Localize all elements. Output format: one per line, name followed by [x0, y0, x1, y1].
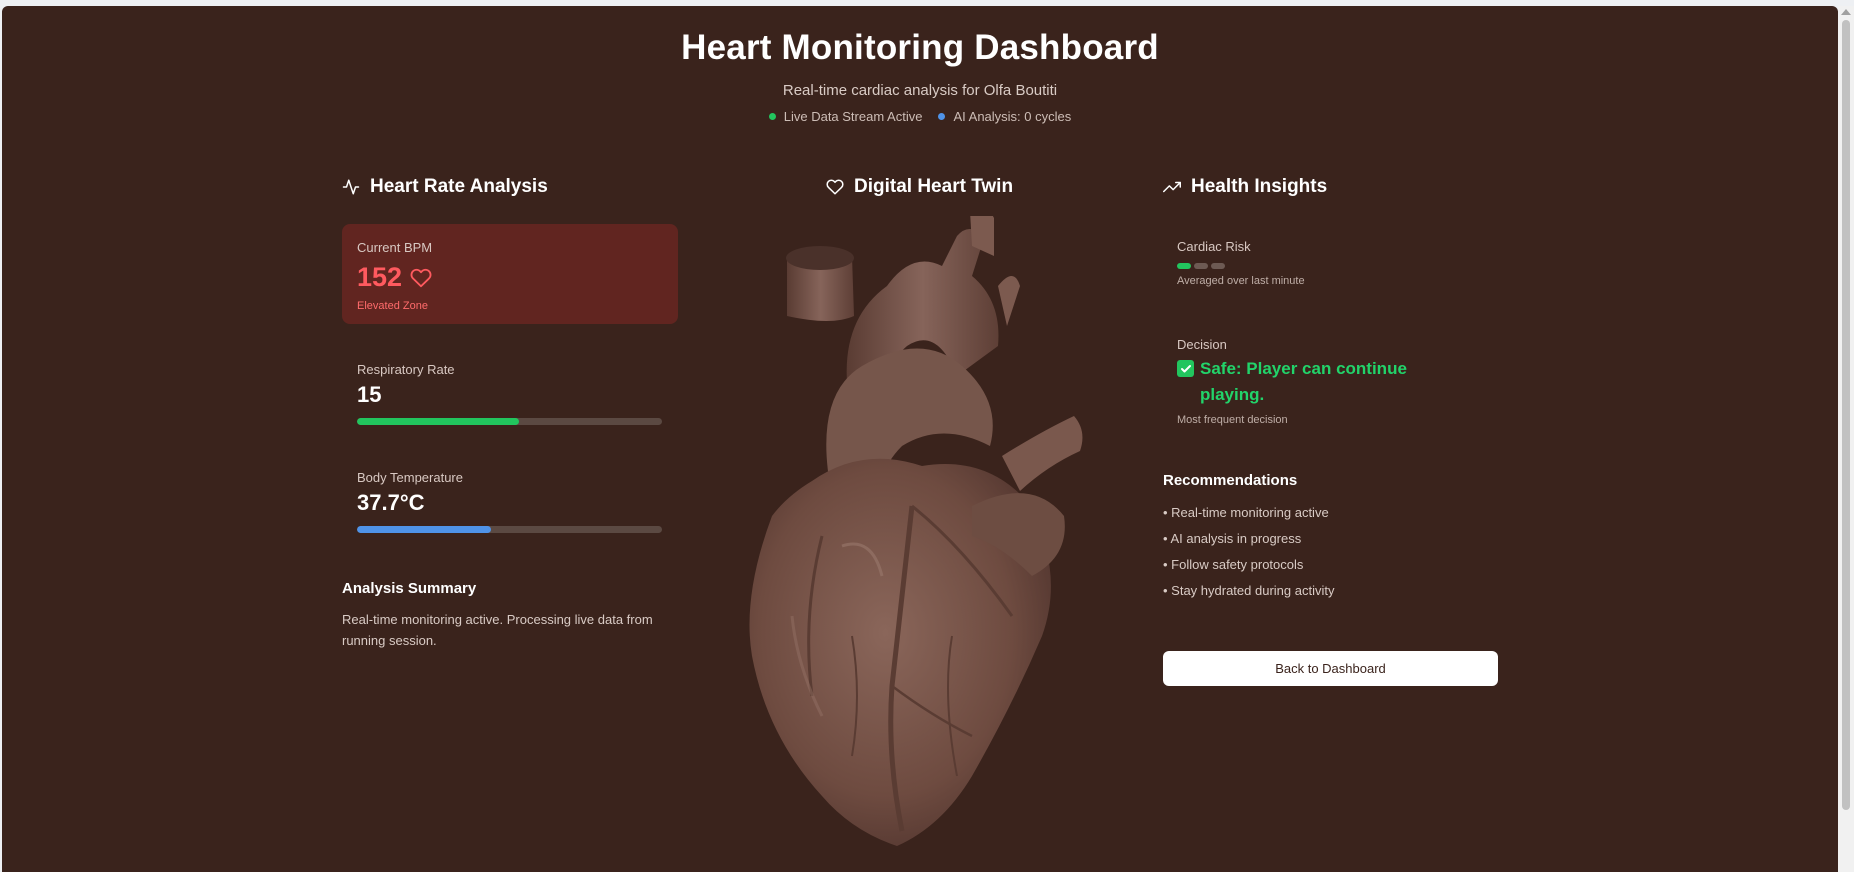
decision-block: Decision Safe: Player can continue playi… [1177, 337, 1437, 426]
cardiac-risk-note: Averaged over last minute [1177, 275, 1305, 287]
live-dot-icon [768, 113, 776, 120]
status-bar: Live Data Stream Active AI Analysis: 0 c… [2, 109, 1838, 124]
recommendations-list: • Real-time monitoring active • AI analy… [1163, 505, 1334, 609]
checkbox-checked-icon [1177, 360, 1194, 377]
cardiac-risk-block: Cardiac Risk Averaged over last minute [1177, 239, 1305, 287]
heart-3d-model[interactable] [702, 208, 1142, 856]
decision-text: Safe: Player can continue playing. [1200, 359, 1407, 404]
recommendations-heading: Recommendations [1163, 472, 1298, 489]
digital-heart-twin-heading: Digital Heart Twin [826, 176, 1013, 198]
page-header: Heart Monitoring Dashboard Real-time car… [2, 28, 1838, 124]
risk-segment-3 [1211, 263, 1225, 269]
bpm-label: Current BPM [357, 240, 433, 255]
ai-dot-icon [938, 113, 946, 120]
recommendation-item: • Stay hydrated during activity [1163, 583, 1335, 598]
scroll-up-arrow-icon[interactable] [1841, 9, 1851, 15]
recommendation-item: • Real-time monitoring active [1163, 505, 1329, 520]
recommendation-item: • Follow safety protocols [1163, 557, 1304, 572]
decision-status: Safe: Player can continue playing. [1177, 356, 1437, 408]
decision-note: Most frequent decision [1177, 414, 1288, 426]
scrollbar-thumb[interactable] [1842, 20, 1850, 810]
status-live-label: Live Data Stream Active [783, 109, 923, 124]
respiratory-rate-metric: Respiratory Rate 15 [357, 362, 662, 425]
cardiac-risk-meter [1177, 262, 1305, 269]
back-to-dashboard-button[interactable]: Back to Dashboard [1163, 651, 1498, 686]
current-bpm-card: Current BPM 152 Elevated Zone [342, 224, 678, 324]
temperature-progress-fill [357, 526, 492, 533]
respiratory-progress-bar [357, 418, 662, 425]
analysis-summary-text: Real-time monitoring active. Processing … [342, 612, 653, 648]
temperature-value: 37.7°C [357, 490, 425, 515]
respiratory-value: 15 [357, 382, 382, 407]
respiratory-progress-fill [357, 418, 519, 425]
bpm-zone: Elevated Zone [357, 300, 428, 312]
page-title: Heart Monitoring Dashboard [681, 28, 1159, 67]
trending-up-icon [1163, 181, 1181, 193]
page-subtitle: Real-time cardiac analysis for Olfa Bout… [782, 82, 1058, 99]
heart-icon [410, 268, 432, 287]
heart-model-image [749, 208, 1083, 846]
heart-rate-analysis-title: Heart Rate Analysis [370, 176, 548, 197]
risk-segment-1 [1177, 263, 1191, 269]
heart-outline-icon [826, 179, 844, 195]
temperature-progress-bar [357, 526, 662, 533]
temperature-label: Body Temperature [357, 470, 463, 485]
bpm-value-row: 152 [357, 262, 432, 293]
cardiac-risk-label: Cardiac Risk [1177, 239, 1251, 254]
status-ai-label: AI Analysis: 0 cycles [953, 109, 1072, 124]
activity-icon [342, 179, 360, 195]
page-scrollbar[interactable] [1838, 6, 1854, 872]
body-temperature-metric: Body Temperature 37.7°C [357, 470, 662, 533]
risk-segment-2 [1194, 263, 1208, 269]
analysis-summary-heading: Analysis Summary [342, 580, 477, 597]
dashboard-page: Heart Monitoring Dashboard Real-time car… [2, 6, 1838, 872]
health-insights-title: Health Insights [1191, 176, 1328, 197]
decision-label: Decision [1177, 337, 1227, 352]
respiratory-label: Respiratory Rate [357, 362, 455, 377]
status-live: Live Data Stream Active [768, 109, 923, 124]
recommendation-item: • AI analysis in progress [1163, 531, 1302, 546]
health-insights-heading: Health Insights [1163, 176, 1327, 198]
status-ai: AI Analysis: 0 cycles [938, 109, 1071, 124]
bpm-value: 152 [357, 262, 403, 292]
heart-rate-analysis-heading: Heart Rate Analysis [342, 176, 548, 198]
digital-heart-twin-title: Digital Heart Twin [854, 176, 1014, 197]
